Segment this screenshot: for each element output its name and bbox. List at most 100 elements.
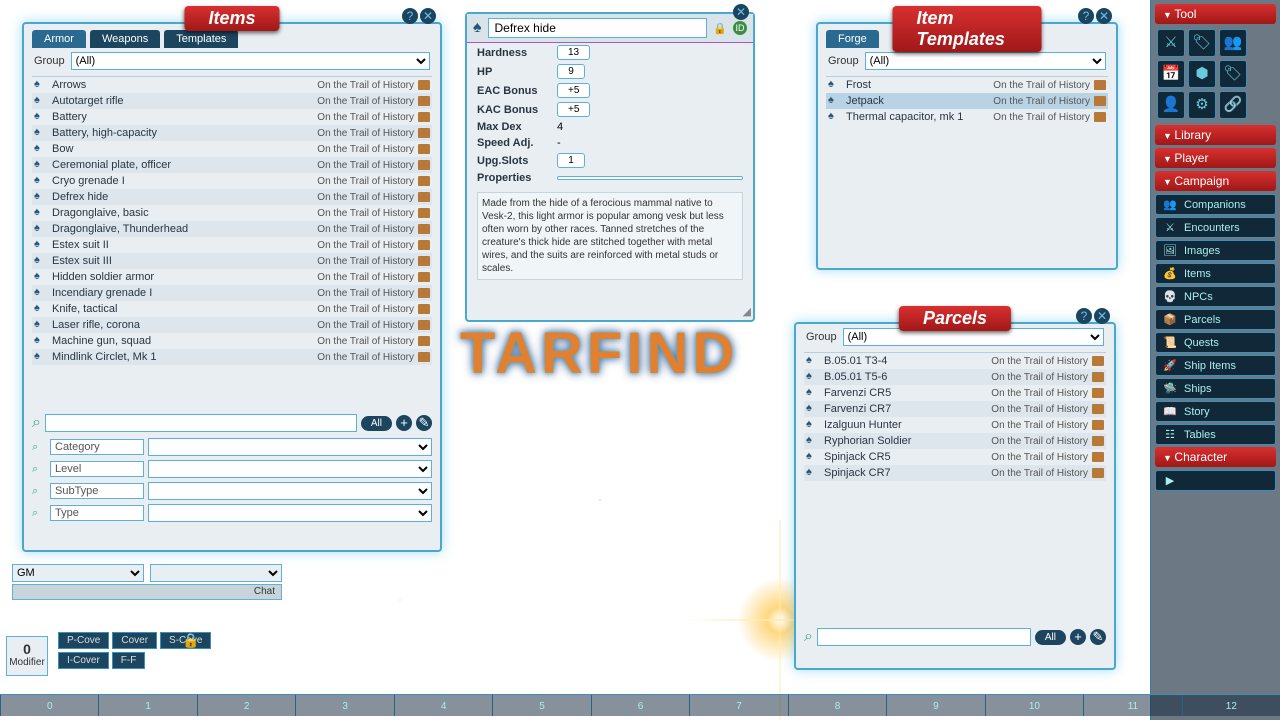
cover-cover[interactable]: Cover [112,632,157,649]
item-name-input[interactable] [488,18,708,38]
search-input[interactable] [817,628,1031,646]
tool-icon[interactable]: ⬢ [1188,60,1216,88]
help-icon[interactable]: ? [402,8,418,24]
list-item[interactable]: ♠Mindlink Circlet, Mk 1On the Trail of H… [32,349,432,365]
sidebar-character[interactable]: Character [1155,447,1276,467]
list-item[interactable]: ♠Dragonglaive, basicOn the Trail of Hist… [32,205,432,221]
close-icon[interactable]: ✕ [1094,308,1110,324]
list-item[interactable]: ♠Farvenzi CR5On the Trail of History [804,385,1106,401]
sidebar-item-quests[interactable]: 📜Quests [1155,332,1276,353]
sidebar-item-encounters[interactable]: ⚔Encounters [1155,217,1276,238]
tool-icon[interactable]: ⚔ [1157,29,1185,57]
list-item[interactable]: ♠BatteryOn the Trail of History [32,109,432,125]
help-icon[interactable]: ? [1076,308,1092,324]
tool-icon[interactable]: 🏷 [1219,60,1247,88]
all-button[interactable]: All [361,416,392,431]
tool-icon[interactable]: 📅 [1157,60,1185,88]
cover-f-f[interactable]: F-F [112,652,146,669]
lock-icon[interactable]: 🔒 [182,632,196,648]
list-item[interactable]: ♠Hidden soldier armorOn the Trail of His… [32,269,432,285]
list-item[interactable]: ♠FrostOn the Trail of History [826,77,1108,93]
search-input[interactable] [45,414,357,432]
stat-value[interactable]: 1 [557,153,585,168]
edit-button[interactable]: ✎ [416,415,432,431]
id-icon[interactable]: ID [733,21,747,35]
sidebar-campaign[interactable]: Campaign [1155,171,1276,191]
list-item[interactable]: ♠ArrowsOn the Trail of History [32,77,432,93]
sidebar-item-images[interactable]: 🖼Images [1155,240,1276,261]
list-item[interactable]: ♠Dragonglaive, ThunderheadOn the Trail o… [32,221,432,237]
help-icon[interactable]: ? [1078,8,1094,24]
filter-level[interactable]: Level [50,461,144,477]
edit-button[interactable]: ✎ [1090,629,1106,645]
list-item[interactable]: ♠Autotarget rifleOn the Trail of History [32,93,432,109]
list-item[interactable]: ♠Farvenzi CR7On the Trail of History [804,401,1106,417]
cover-p-cove[interactable]: P-Cove [58,632,109,649]
list-item[interactable]: ♠Defrex hideOn the Trail of History [32,189,432,205]
sidebar-tool[interactable]: Tool [1155,4,1276,24]
sidebar-item-ship-items[interactable]: 🚀Ship Items [1155,355,1276,376]
list-item[interactable]: ♠Knife, tacticalOn the Trail of History [32,301,432,317]
close-icon[interactable]: ✕ [1096,8,1112,24]
list-item[interactable]: ♠Battery, high-capacityOn the Trail of H… [32,125,432,141]
sidebar-item-npcs[interactable]: 💀NPCs [1155,286,1276,307]
list-item[interactable]: ♠Incendiary grenade IOn the Trail of His… [32,285,432,301]
stat-value[interactable]: 13 [557,45,590,60]
resize-handle[interactable]: ◢ [743,305,751,318]
close-icon[interactable]: ✕ [733,4,749,20]
sidebar-item-companions[interactable]: 👥Companions [1155,194,1276,215]
sidebar-item-ships[interactable]: 🛸Ships [1155,378,1276,399]
close-icon[interactable]: ✕ [420,8,436,24]
list-item[interactable]: ♠Estex suit IIOn the Trail of History [32,237,432,253]
tool-icon[interactable]: 🏷 [1188,29,1216,57]
tool-icon[interactable]: 👤 [1157,91,1185,119]
list-item[interactable]: ♠JetpackOn the Trail of History [826,93,1108,109]
list-item[interactable]: ♠Izalguun HunterOn the Trail of History [804,417,1106,433]
stat-value[interactable]: +5 [557,83,590,98]
sidebar-item-tables[interactable]: ☷Tables [1155,424,1276,445]
add-button[interactable]: + [396,415,412,431]
chat-button[interactable]: Chat [12,584,282,600]
tab-templates[interactable]: Templates [164,30,238,48]
tool-icon[interactable]: 🔗 [1219,91,1247,119]
list-item[interactable]: ♠B.05.01 T5-6On the Trail of History [804,369,1106,385]
stat-value[interactable]: 9 [557,64,585,79]
sidebar-library[interactable]: Library [1155,125,1276,145]
filter-select[interactable] [148,460,432,478]
sidebar-item-story[interactable]: 📖Story [1155,401,1276,422]
tab-forge[interactable]: Forge [826,30,879,48]
filter-select[interactable] [148,482,432,500]
filter-select[interactable] [148,438,432,456]
stat-value[interactable]: +5 [557,102,590,117]
stat-value[interactable] [557,176,743,180]
list-item[interactable]: ♠Cryo grenade IOn the Trail of History [32,173,432,189]
sidebar-player[interactable]: Player [1155,148,1276,168]
tool-icon[interactable]: ⚙ [1188,91,1216,119]
cover-i-cover[interactable]: I-Cover [58,652,109,669]
sidebar-item-items[interactable]: 💰Items [1155,263,1276,284]
list-item[interactable]: ♠B.05.01 T3-4On the Trail of History [804,353,1106,369]
list-item[interactable]: ♠BowOn the Trail of History [32,141,432,157]
list-item[interactable]: ♠Ryphorian SoldierOn the Trail of Histor… [804,433,1106,449]
list-item[interactable]: ♠Machine gun, squadOn the Trail of Histo… [32,333,432,349]
all-button[interactable]: All [1035,630,1066,645]
list-item[interactable]: ♠Laser rifle, coronaOn the Trail of Hist… [32,317,432,333]
play-button[interactable]: ▶ [1155,470,1276,491]
modifier-box[interactable]: 0 Modifier [6,636,48,676]
add-button[interactable]: + [1070,629,1086,645]
chat-target-select[interactable] [150,564,282,582]
list-item[interactable]: ♠Thermal capacitor, mk 1On the Trail of … [826,109,1108,125]
sidebar-item-parcels[interactable]: 📦Parcels [1155,309,1276,330]
filter-type[interactable]: Type [50,505,144,521]
list-item[interactable]: ♠Estex suit IIIOn the Trail of History [32,253,432,269]
list-item[interactable]: ♠Ceremonial plate, officerOn the Trail o… [32,157,432,173]
group-select[interactable]: (All) [71,52,430,70]
tab-weapons[interactable]: Weapons [90,30,160,48]
filter-category[interactable]: Category [50,439,144,455]
tool-icon[interactable]: 👥 [1219,29,1247,57]
list-item[interactable]: ♠Spinjack CR5On the Trail of History [804,449,1106,465]
chat-mode-select[interactable]: GM [12,564,144,582]
group-select[interactable]: (All) [865,52,1106,70]
list-item[interactable]: ♠Spinjack CR7On the Trail of History [804,465,1106,481]
filter-subtype[interactable]: SubType [50,483,144,499]
